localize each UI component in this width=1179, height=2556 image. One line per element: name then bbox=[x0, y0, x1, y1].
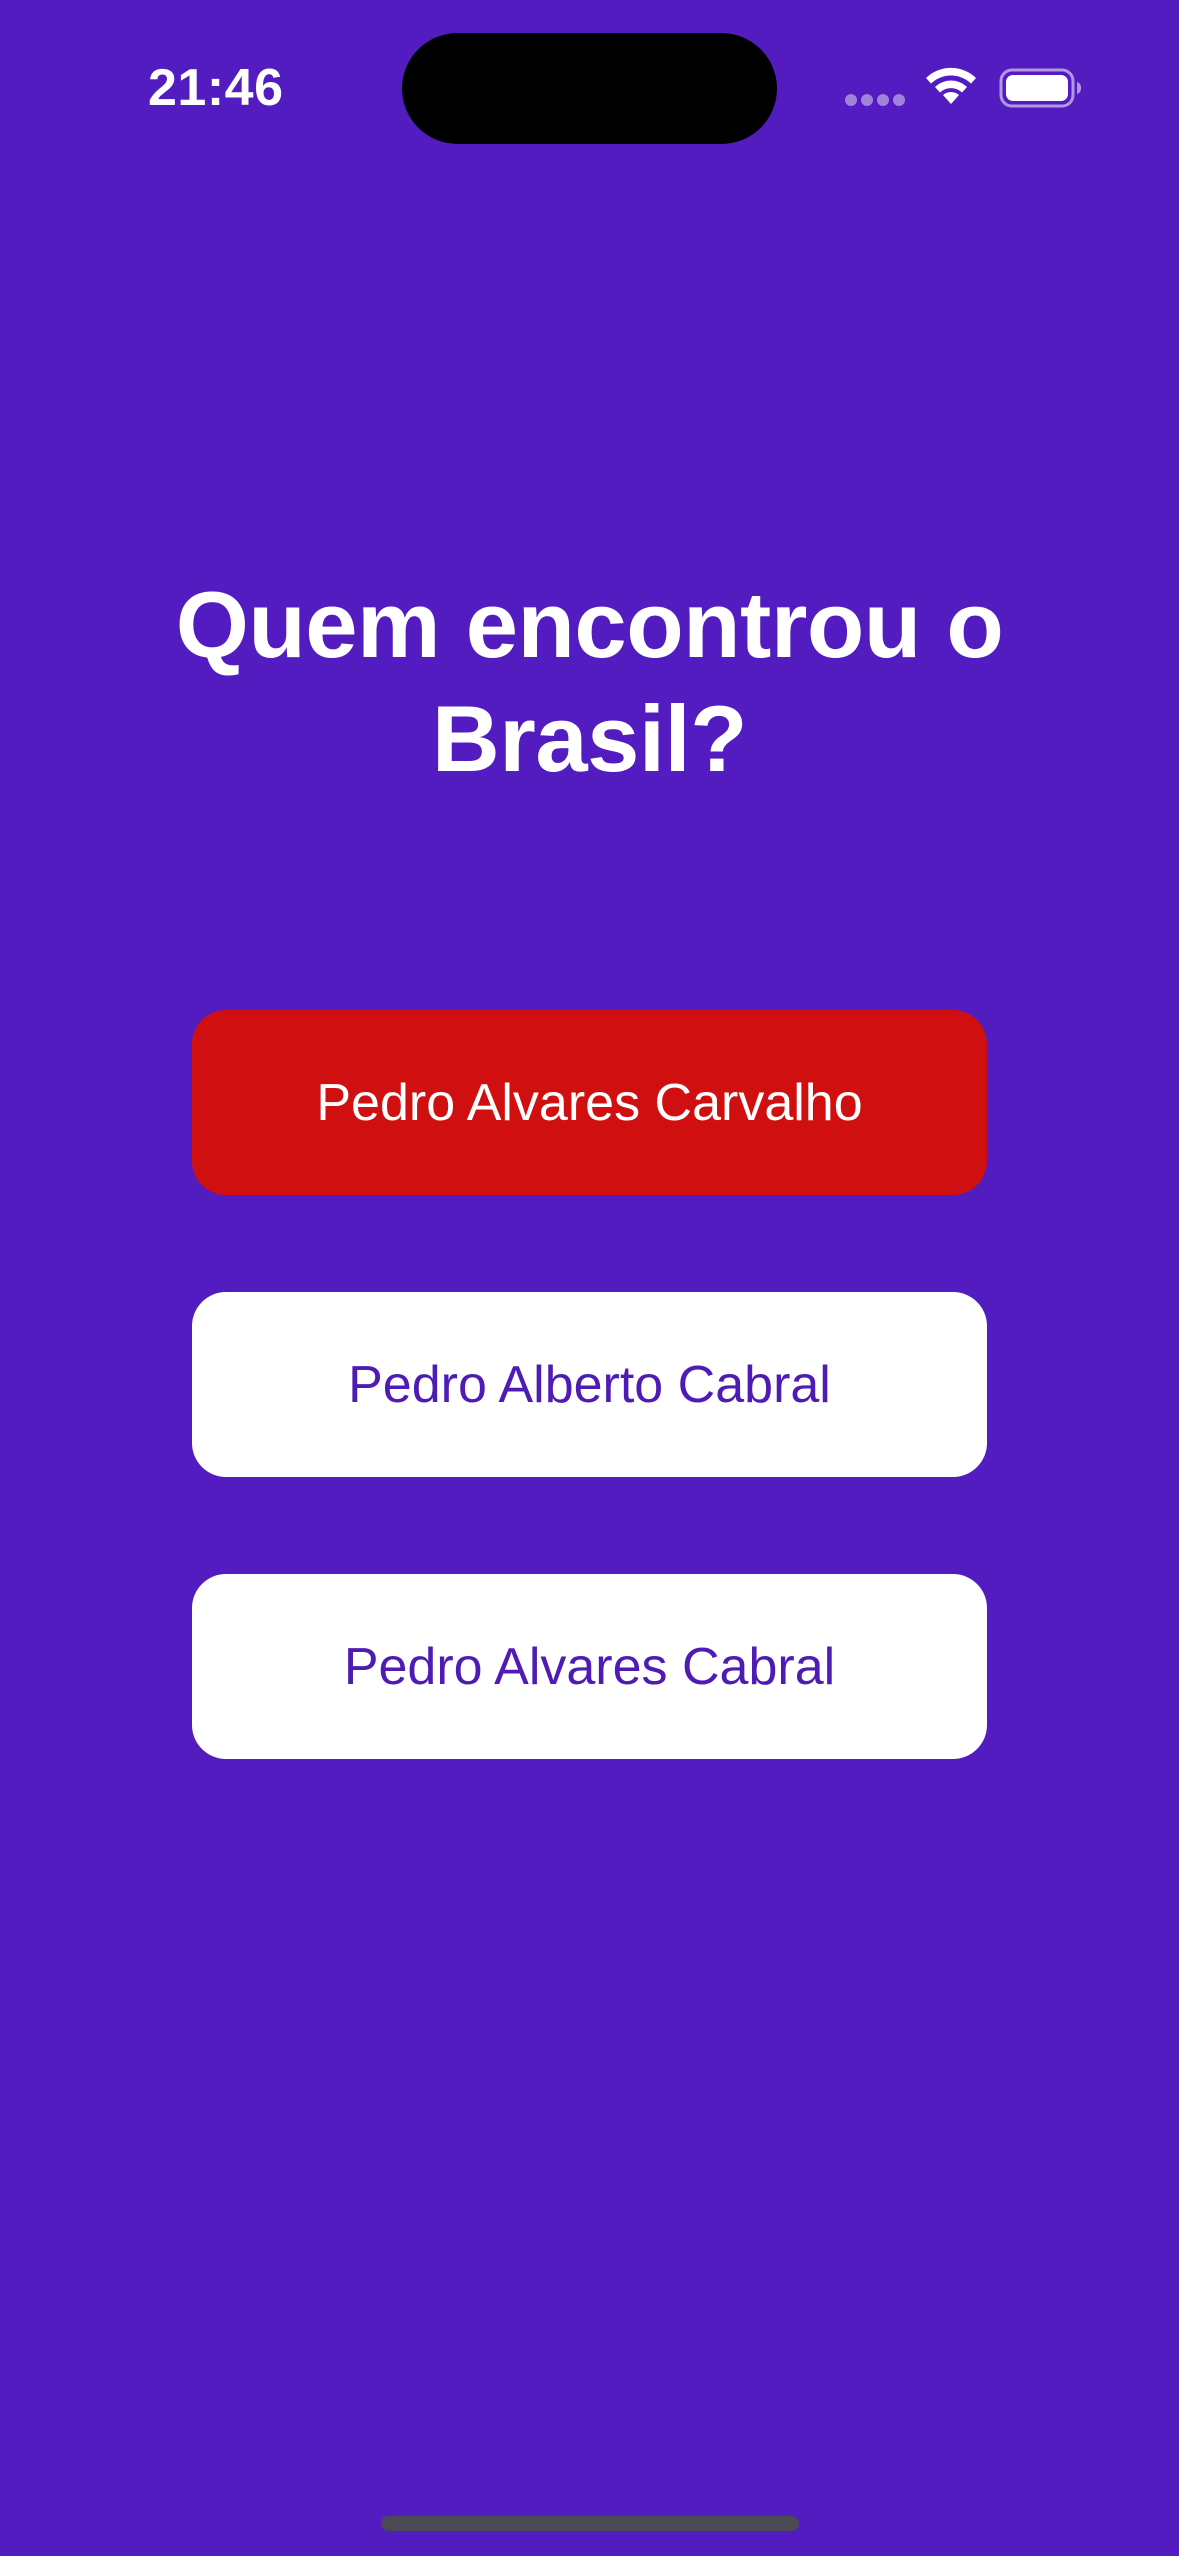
answer-label: Pedro Alvares Cabral bbox=[343, 1637, 836, 1696]
answer-button-2[interactable]: Pedro Alberto Cabral bbox=[192, 1292, 987, 1477]
wifi-icon bbox=[926, 67, 976, 104]
answer-button-1[interactable]: Pedro Alvares Carvalho bbox=[192, 1010, 987, 1195]
status-time: 21:46 bbox=[148, 59, 284, 117]
answer-label: Pedro Alvares Carvalho bbox=[316, 1073, 863, 1132]
answer-button-3[interactable]: Pedro Alvares Cabral bbox=[192, 1574, 987, 1759]
question-title: Quem encontrou o Brasil? bbox=[175, 572, 1004, 791]
quiz-screen: 21:46 Quem encontrou o Brasil? Pedro Alv… bbox=[0, 0, 1179, 2556]
signal-dots-icon bbox=[845, 94, 905, 108]
battery-icon bbox=[999, 68, 1081, 108]
home-indicator[interactable] bbox=[381, 2516, 799, 2531]
answer-label: Pedro Alberto Cabral bbox=[348, 1355, 831, 1414]
dynamic-island bbox=[402, 33, 777, 144]
